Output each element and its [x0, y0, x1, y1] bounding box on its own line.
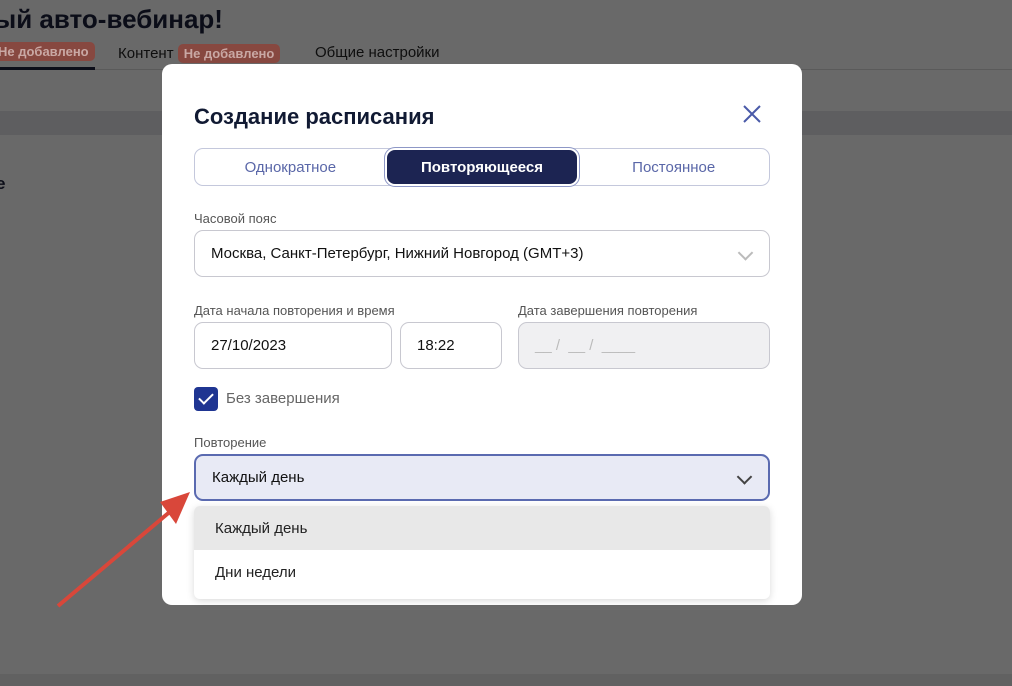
- repeat-dropdown: Каждый день Дни недели: [194, 506, 770, 599]
- segment-recurring[interactable]: Повторяющееся: [386, 150, 578, 184]
- schedule-type-switch: Однократное Повторяющееся Постоянное: [194, 148, 770, 186]
- end-date-input[interactable]: __ / __ / ____: [518, 322, 770, 369]
- section-heading: е: [0, 174, 6, 193]
- segment-permanent[interactable]: Постоянное: [578, 149, 769, 185]
- repeat-select[interactable]: Каждый день: [194, 454, 770, 501]
- tab-label: Контент: [118, 45, 174, 62]
- tab-general-settings[interactable]: Общие настройки: [315, 44, 440, 61]
- bottom-band: [0, 674, 1012, 686]
- status-badge: Не добавлено: [177, 44, 281, 63]
- chevron-down-icon: [736, 468, 753, 485]
- status-badge: Не добавлено: [0, 42, 95, 61]
- schedule-dialog: Создание расписания Однократное Повторяю…: [162, 64, 802, 605]
- timezone-select[interactable]: Москва, Санкт-Петербург, Нижний Новгород…: [194, 230, 770, 277]
- no-end-checkbox[interactable]: [194, 387, 218, 411]
- close-icon[interactable]: [740, 102, 764, 126]
- page-title: ый авто-вебинар!: [0, 4, 223, 34]
- start-date-input[interactable]: 27/10/2023: [194, 322, 392, 369]
- option-every-day[interactable]: Каждый день: [194, 506, 770, 550]
- chevron-down-icon: [737, 244, 754, 261]
- tab-content[interactable]: Контент Не добавлено: [118, 44, 281, 63]
- option-weekdays[interactable]: Дни недели: [194, 550, 770, 594]
- timezone-label: Часовой пояс: [194, 211, 277, 226]
- repeat-label: Повторение: [194, 435, 267, 450]
- repeat-value: Каждый день: [212, 469, 305, 486]
- start-time-input[interactable]: 18:22: [400, 322, 502, 369]
- end-label: Дата завершения повторения: [518, 303, 698, 318]
- timezone-value: Москва, Санкт-Петербург, Нижний Новгород…: [211, 245, 584, 262]
- start-label: Дата начала повторения и время: [194, 303, 395, 318]
- dialog-title: Создание расписания: [194, 104, 435, 129]
- no-end-label: Без завершения: [226, 390, 340, 407]
- segment-once[interactable]: Однократное: [195, 149, 386, 185]
- tab-first[interactable]: Не добавлено: [0, 42, 95, 70]
